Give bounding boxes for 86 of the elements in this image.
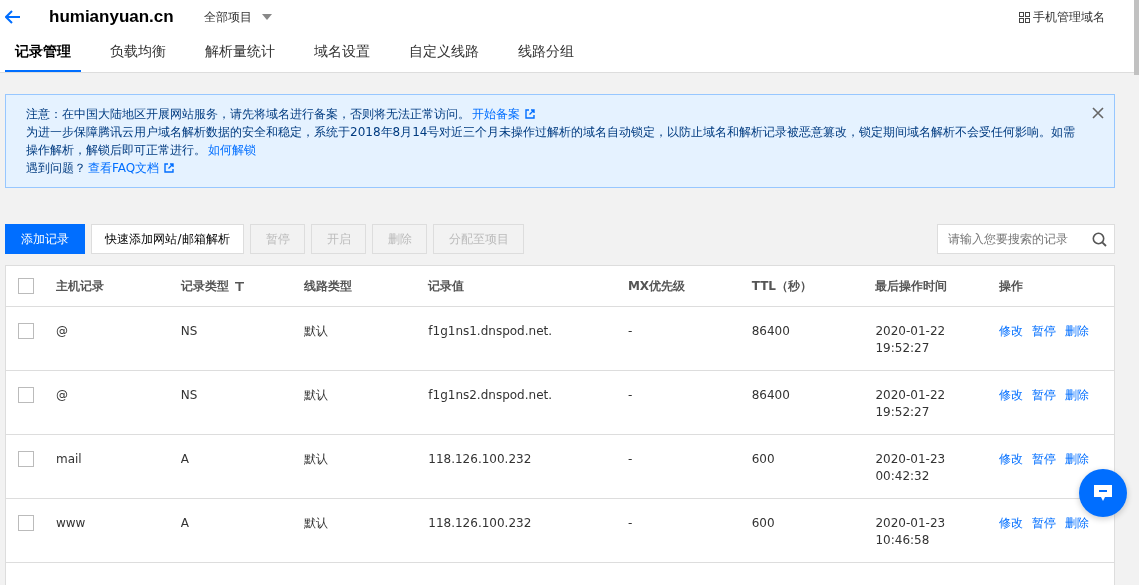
- tab[interactable]: 解析量统计: [195, 34, 285, 72]
- row-action-link[interactable]: 删除: [1065, 323, 1090, 340]
- mobile-manage-link[interactable]: 手机管理域名: [1019, 8, 1105, 26]
- domain-title: humianyuan.cn: [49, 7, 174, 27]
- tab[interactable]: 记录管理: [5, 34, 81, 72]
- column-header: 操作: [999, 277, 1024, 295]
- table-cell: 600: [751, 451, 775, 468]
- row-checkbox[interactable]: [18, 451, 34, 467]
- table-cell: 10:46:58: [875, 532, 930, 549]
- back-arrow-icon[interactable]: [5, 10, 21, 24]
- grid-icon: [1019, 11, 1030, 23]
- row-action-link[interactable]: 暂停: [1032, 451, 1057, 468]
- table-cell: 118.126.100.232: [428, 515, 532, 532]
- table-cell: 默认: [304, 451, 329, 468]
- row-checkbox[interactable]: [18, 515, 34, 531]
- table-cell: 2020-01-22: [875, 323, 946, 340]
- table-cell: -: [627, 451, 633, 468]
- row-action-link[interactable]: 修改: [999, 515, 1024, 532]
- column-header: 最后操作时间: [875, 277, 948, 295]
- tab[interactable]: 自定义线路: [399, 34, 489, 72]
- tab[interactable]: 负载均衡: [100, 34, 176, 72]
- row-action-link[interactable]: 修改: [999, 323, 1024, 340]
- row-action-link[interactable]: 修改: [999, 451, 1024, 468]
- notice-link[interactable]: 如何解锁: [208, 143, 256, 157]
- row-action-link[interactable]: 修改: [999, 387, 1024, 404]
- notice-link[interactable]: 开始备案: [472, 107, 520, 121]
- external-link-icon: [525, 109, 535, 119]
- row-checkbox[interactable]: [18, 323, 34, 339]
- table-cell: @: [55, 387, 68, 404]
- table-cell: 默认: [304, 387, 329, 404]
- row-action-link[interactable]: 删除: [1065, 451, 1090, 468]
- table-cell: 默认: [304, 515, 329, 532]
- chat-button[interactable]: [1079, 469, 1127, 517]
- table-cell: -: [627, 387, 633, 404]
- table-cell: NS: [180, 323, 198, 340]
- search-field[interactable]: 请输入您要搜索的记录: [937, 224, 1115, 254]
- table-cell: NS: [180, 387, 198, 404]
- column-header: 主机记录: [55, 277, 104, 295]
- column-header: 线路类型: [304, 277, 353, 295]
- table-cell: 00:42:32: [875, 468, 930, 485]
- table-cell: -: [627, 515, 633, 532]
- table-cell: 默认: [304, 323, 329, 340]
- table-cell: 600: [751, 515, 775, 532]
- toolbar-button[interactable]: 添加记录: [5, 224, 85, 254]
- table-cell: f1g1ns1.dnspod.net.: [428, 323, 553, 340]
- notice-text: 为进一步保障腾讯云用户域名解析数据的安全和稳定，系统于2018年8月14号对近三个月未操作过解析的域名自动锁定，以防止域名和解析记录被恶意篡改，锁定期间域名解析不会受任何影响。如需操作解析，解锁后即可正常进行。 如何解锁: [26, 124, 1077, 159]
- notice-link[interactable]: 查看FAQ文档: [88, 161, 160, 175]
- table-cell: 86400: [751, 387, 790, 404]
- table-cell: @: [55, 323, 68, 340]
- notice-text: 注意：在中国大陆地区开展网站服务，请先将域名进行备案，否则将无法正常访问。 开始备案: [26, 105, 1082, 123]
- table-cell: 19:52:27: [875, 340, 930, 357]
- row-checkbox[interactable]: [18, 387, 34, 403]
- toolbar-button[interactable]: 快速添加网站/邮箱解析: [91, 224, 244, 254]
- table-cell: A: [180, 515, 189, 532]
- project-dropdown[interactable]: 全部项目: [203, 8, 272, 26]
- chat-icon: [1093, 484, 1113, 502]
- tab[interactable]: 线路分组: [508, 34, 584, 72]
- table-cell: 2020-01-23: [875, 515, 946, 532]
- row-action-link[interactable]: 删除: [1065, 515, 1090, 532]
- column-header: 记录类型: [180, 277, 229, 295]
- tab[interactable]: 域名设置: [304, 34, 380, 72]
- table-cell: 2020-01-23: [875, 451, 946, 468]
- table-cell: A: [180, 451, 189, 468]
- table-cell: mail: [55, 451, 82, 468]
- table-cell: f1g1ns2.dnspod.net.: [428, 387, 553, 404]
- external-link-icon: [164, 163, 175, 173]
- row-action-link[interactable]: 暂停: [1032, 387, 1057, 404]
- close-icon[interactable]: [1092, 107, 1104, 119]
- table-cell: 19:52:27: [875, 404, 930, 421]
- table-cell: 2020-01-22: [875, 387, 946, 404]
- caret-icon: [261, 14, 272, 20]
- notice-text: 遇到问题？ 查看FAQ文档: [26, 159, 1082, 177]
- column-header: TTL（秒）: [751, 277, 812, 295]
- table-cell: -: [627, 323, 633, 340]
- search-icon[interactable]: [1092, 232, 1107, 247]
- filter-icon[interactable]: [234, 281, 244, 291]
- row-action-link[interactable]: 暂停: [1032, 515, 1057, 532]
- scrollbar[interactable]: [1134, 0, 1139, 75]
- table-cell: 86400: [751, 323, 790, 340]
- table-cell: www: [55, 515, 86, 532]
- column-header: MX优先级: [627, 277, 686, 295]
- column-header: 记录值: [428, 277, 465, 295]
- select-all-checkbox[interactable]: [18, 278, 34, 294]
- row-action-link[interactable]: 暂停: [1032, 323, 1057, 340]
- row-action-link[interactable]: 删除: [1065, 387, 1090, 404]
- table-cell: 118.126.100.232: [428, 451, 532, 468]
